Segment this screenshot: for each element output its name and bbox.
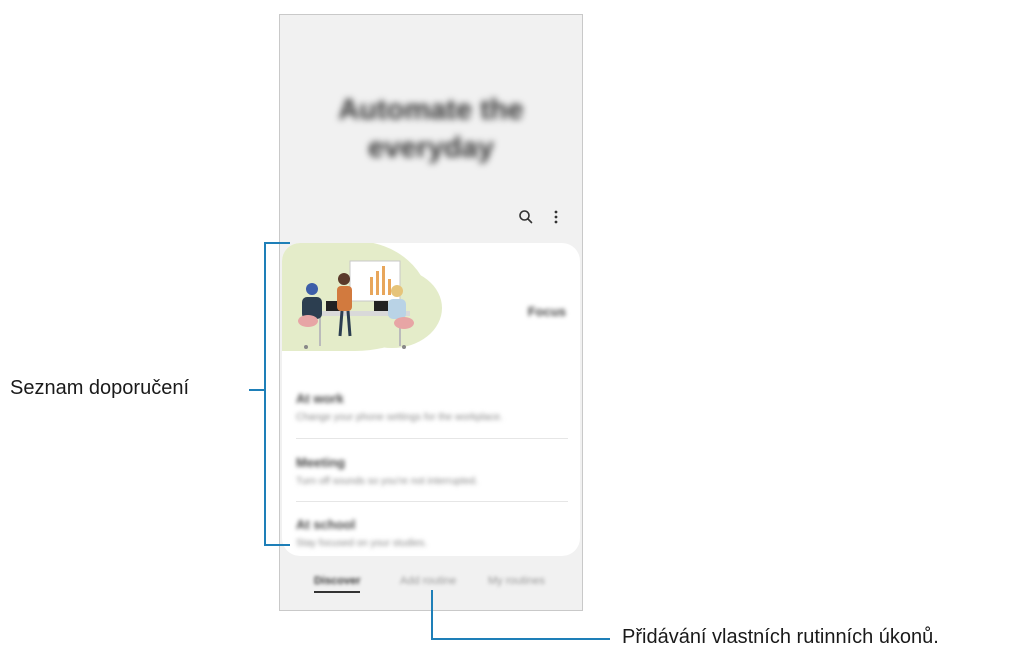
- page-title: Automate the everyday: [280, 91, 582, 167]
- callout-line-horizontal: [431, 638, 610, 640]
- meeting-illustration-icon: [298, 260, 414, 349]
- bracket-top: [264, 242, 290, 244]
- divider: [296, 501, 568, 502]
- recommendations-list: Focus At work Change your phone settings…: [282, 243, 580, 556]
- callout-add-custom-routines: Přidávání vlastních rutinních úkonů.: [622, 626, 939, 648]
- list-item-subtitle: Stay focused on your studies.: [296, 538, 428, 549]
- list-item-title: At work: [296, 391, 344, 406]
- bracket-connector: [249, 389, 264, 391]
- tab-add-routine[interactable]: Add routine: [400, 575, 456, 587]
- list-item-at-school[interactable]: At school Stay focused on your studies.: [296, 517, 568, 549]
- list-item-title: Meeting: [296, 455, 346, 470]
- callout-recommendations-list: Seznam doporučení: [10, 377, 190, 399]
- more-options-icon[interactable]: [546, 207, 566, 227]
- tab-discover[interactable]: Discover: [314, 575, 360, 587]
- bracket-line: [264, 242, 266, 546]
- list-item-at-work[interactable]: At work Change your phone settings for t…: [296, 391, 568, 423]
- phone-screen: Automate the everyday Focus At work Chan…: [279, 14, 583, 611]
- search-icon[interactable]: [516, 207, 536, 227]
- callout-line-vertical: [431, 590, 433, 640]
- list-item-meeting[interactable]: Meeting Turn off sounds so you're not in…: [296, 455, 568, 487]
- card-label: Focus: [527, 304, 566, 319]
- list-item-subtitle: Change your phone settings for the workp…: [296, 412, 503, 423]
- divider: [296, 438, 568, 439]
- headline-line-2: everyday: [368, 132, 494, 164]
- tab-active-indicator: [314, 591, 360, 593]
- bracket-bottom: [264, 544, 290, 546]
- list-item-subtitle: Turn off sounds so you're not interrupte…: [296, 476, 479, 487]
- headline-line-1: Automate the: [338, 94, 524, 126]
- tab-my-routines[interactable]: My routines: [488, 575, 545, 587]
- list-item-title: At school: [296, 517, 356, 532]
